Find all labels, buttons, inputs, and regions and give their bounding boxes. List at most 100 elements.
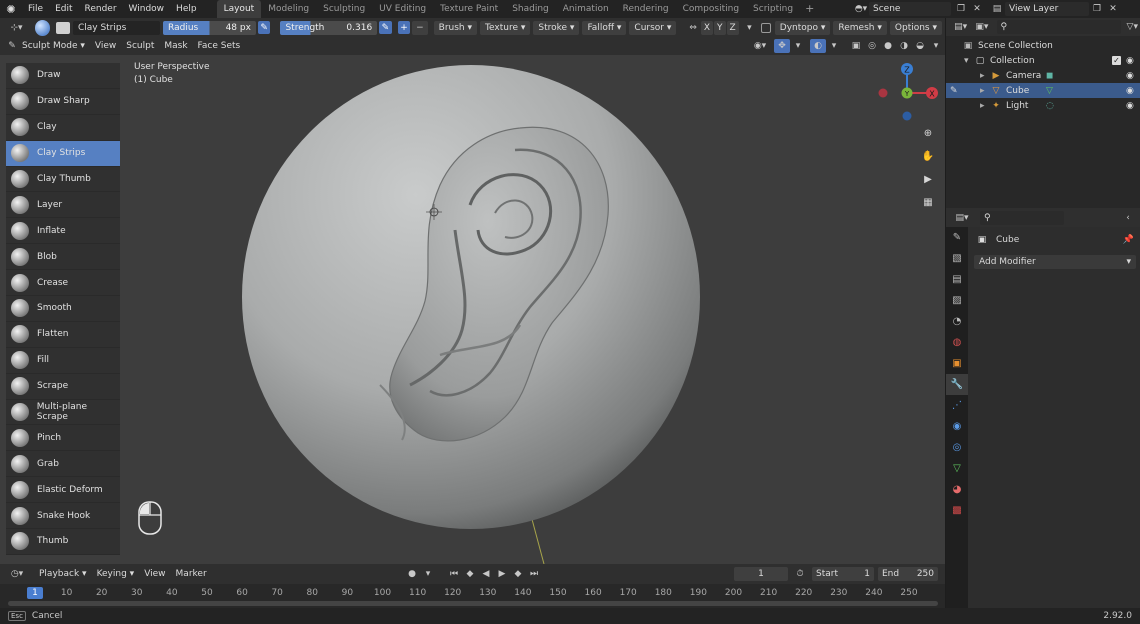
modifier-tab-icon[interactable]: 🔧 [946, 374, 968, 395]
direction-add-button[interactable]: + [397, 21, 411, 34]
edit-mode-icon[interactable]: ✎ [950, 86, 958, 96]
view-layer-field[interactable]: View Layer [1005, 2, 1089, 16]
editor-type-icon[interactable]: ⊹▾ [4, 21, 29, 35]
mirror-x-toggle[interactable]: X [700, 20, 713, 35]
add-modifier-dropdown[interactable]: Add Modifier ▾ [974, 255, 1136, 269]
duplicate-view-layer-icon[interactable]: ❐ [1089, 2, 1105, 16]
object-tab-icon[interactable]: ▣ [946, 353, 968, 374]
texture-menu[interactable]: Texture ▾ [480, 20, 531, 35]
expand-arrow-icon[interactable]: ▸ [980, 71, 990, 81]
tool-blob[interactable]: Blob [6, 244, 120, 271]
brush-menu[interactable]: Brush ▾ [433, 20, 478, 35]
tool-grab[interactable]: Grab [6, 451, 120, 478]
viewport-menu-view[interactable]: View [90, 37, 121, 55]
timeline[interactable]: 1 10 20 30 40 50 60 70 80 90 100 110 120 130 140 150 16… [0, 584, 945, 608]
brush-texture-icon[interactable] [56, 21, 70, 34]
material-tab-icon[interactable]: ◕ [946, 479, 968, 500]
menu-file[interactable]: File [22, 0, 49, 18]
properties-editor-icon[interactable]: ▤▾ [950, 211, 974, 225]
output-tab-icon[interactable]: ▤ [946, 269, 968, 290]
wireframe-shading-icon[interactable]: ◎ [864, 39, 880, 53]
play-reverse-icon[interactable]: ◀ [478, 567, 494, 581]
remesh-menu[interactable]: Remesh ▾ [833, 20, 887, 35]
tab-texture-paint[interactable]: Texture Paint [433, 0, 505, 18]
gizmo-toggle-icon[interactable]: ✥ [774, 39, 790, 53]
close-scene-icon[interactable]: ✕ [969, 2, 985, 16]
timeline-menu-view[interactable]: View [139, 565, 170, 583]
3d-viewport[interactable]: User Perspective (1) Cube Draw Draw Sharp… [0, 55, 945, 564]
render-tab-icon[interactable]: ▧ [946, 248, 968, 269]
navigation-gizmo[interactable]: X Z Y [870, 59, 940, 129]
properties-options-icon[interactable]: ‹ [1120, 211, 1136, 225]
tool-inflate[interactable]: Inflate [6, 218, 120, 245]
radius-pressure-icon[interactable]: ✎ [257, 21, 271, 34]
outliner-row-cube[interactable]: ▸ ▽ Cube ▽ ◉ ✎ [946, 83, 1140, 98]
next-keyframe-icon[interactable]: ◆ [510, 567, 526, 581]
perspective-grid-icon[interactable]: ▦ [918, 192, 938, 212]
dyntopo-menu[interactable]: Dyntopo ▾ [774, 20, 831, 35]
solid-shading-icon[interactable]: ● [880, 39, 896, 53]
camera-view-icon[interactable]: ▶ [918, 169, 938, 189]
filter-icon[interactable]: ▽▾ [1125, 20, 1140, 34]
view-layer-tab-icon[interactable]: ▨ [946, 290, 968, 311]
tab-scripting[interactable]: Scripting [746, 0, 800, 18]
zoom-icon[interactable]: ⊕ [918, 123, 938, 143]
collection-checkbox[interactable]: ✓ [1112, 56, 1121, 65]
physics-tab-icon[interactable]: ◉ [946, 416, 968, 437]
strength-slider[interactable]: Strength 0.316 [280, 20, 378, 35]
cursor-menu[interactable]: Cursor ▾ [629, 20, 677, 35]
prev-keyframe-icon[interactable]: ◆ [462, 567, 478, 581]
mirror-z-toggle[interactable]: Z [726, 20, 739, 35]
overlay-menu-icon[interactable]: ▾ [826, 39, 842, 53]
timeline-scrollbar[interactable] [8, 601, 938, 606]
visibility-eye-icon[interactable]: ◉ [1126, 86, 1134, 96]
timeline-editor-icon[interactable]: ◷▾ [6, 567, 28, 581]
scene-icon[interactable]: ◓▾ [853, 2, 869, 16]
viewport-menu-face-sets[interactable]: Face Sets [193, 37, 246, 55]
tool-smooth[interactable]: Smooth [6, 296, 120, 322]
shading-menu-icon[interactable]: ▾ [928, 39, 944, 53]
tab-modeling[interactable]: Modeling [261, 0, 316, 18]
viewport-menu-sculpt[interactable]: Sculpt [121, 37, 159, 55]
tab-layout[interactable]: Layout [216, 0, 262, 18]
tool-layer[interactable]: Layer [6, 192, 120, 219]
texture-tab-icon[interactable]: ▩ [946, 500, 968, 521]
timeline-menu-marker[interactable]: Marker [171, 565, 212, 583]
jump-end-icon[interactable]: ⏭ [526, 567, 542, 581]
visibility-icon[interactable]: ◉▾ [752, 39, 768, 53]
tab-compositing[interactable]: Compositing [676, 0, 746, 18]
add-workspace-icon[interactable]: + [800, 0, 819, 18]
play-icon[interactable]: ▶ [494, 567, 510, 581]
current-frame-field[interactable]: 1 [734, 567, 788, 581]
outliner-row-camera[interactable]: ▸ ▶ Camera ◼ ◉ [946, 68, 1140, 83]
duplicate-scene-icon[interactable]: ❐ [953, 2, 969, 16]
tab-animation[interactable]: Animation [556, 0, 616, 18]
falloff-menu[interactable]: Falloff ▾ [582, 20, 627, 35]
tool-thumb[interactable]: Thumb [6, 529, 120, 555]
display-mode-icon[interactable]: ▣▾ [971, 20, 992, 34]
particles-tab-icon[interactable]: ⋰ [946, 395, 968, 416]
tool-clay[interactable]: Clay [6, 114, 120, 141]
direction-subtract-button[interactable]: − [412, 20, 428, 35]
scene-collection-row[interactable]: ▣ Scene Collection [946, 38, 1140, 53]
pin-icon[interactable]: 📌 [1123, 235, 1134, 245]
jump-start-icon[interactable]: ⏮ [446, 567, 462, 581]
tool-elastic-deform[interactable]: Elastic Deform [6, 477, 120, 504]
tool-draw[interactable]: Draw [6, 63, 120, 89]
collection-row[interactable]: ▾ ▢ Collection ✓ ◉ [946, 53, 1140, 68]
visibility-eye-icon[interactable]: ◉ [1126, 71, 1134, 81]
pan-hand-icon[interactable]: ✋ [918, 146, 938, 166]
world-tab-icon[interactable]: ◍ [946, 332, 968, 353]
outliner-editor-icon[interactable]: ▤▾ [950, 20, 971, 34]
radius-slider[interactable]: Radius 48 px [163, 20, 256, 35]
outliner-row-light[interactable]: ▸ ✦ Light ◌ ◉ [946, 98, 1140, 113]
tool-multi-plane-scrape[interactable]: Multi-plane Scrape [6, 399, 120, 426]
view-layer-icon[interactable]: ▤ [989, 2, 1005, 16]
start-frame-field[interactable]: Start 1 [812, 567, 874, 581]
tool-draw-sharp[interactable]: Draw Sharp [6, 88, 120, 115]
tool-clay-thumb[interactable]: Clay Thumb [6, 166, 120, 193]
end-frame-field[interactable]: End 250 [878, 567, 938, 581]
tool-snake-hook[interactable]: Snake Hook [6, 503, 120, 530]
scene-field[interactable]: Scene [869, 2, 951, 16]
visibility-eye-icon[interactable]: ◉ [1126, 101, 1134, 111]
